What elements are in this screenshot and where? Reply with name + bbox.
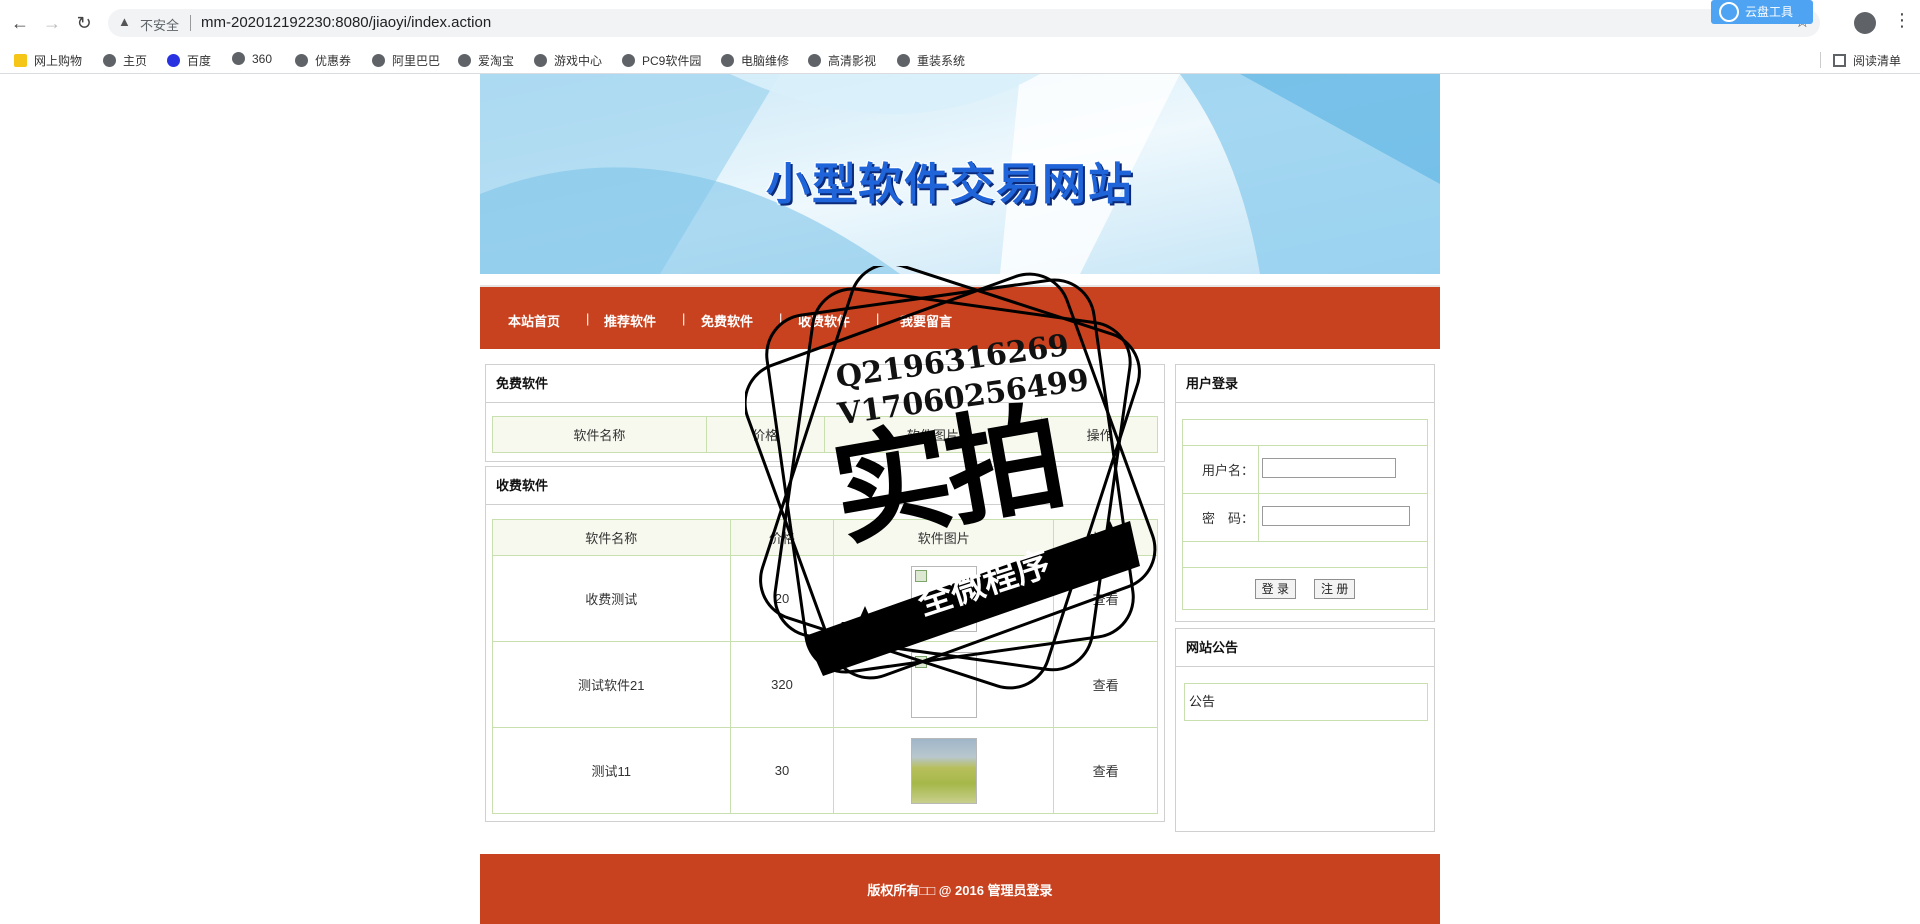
form-spacer-row (1182, 541, 1428, 568)
reading-list-button[interactable]: 阅读清单 (1833, 52, 1901, 69)
form-spacer (1182, 541, 1428, 568)
address-bar[interactable]: ▲ 不安全 mm-202012192230:8080/jiaoyi/index.… (108, 9, 1820, 37)
globe-icon (232, 52, 245, 65)
globe-icon (295, 54, 308, 67)
bookmarks-bar: 网上购物 主页 百度 360 优惠券 阿里巴巴 爱淘宝 游戏中心 PC9软件园 … (0, 46, 1920, 74)
bookmark-item[interactable]: 主页 (103, 52, 147, 69)
bookmark-item[interactable]: 360 (232, 52, 272, 66)
login-button[interactable]: 登 录 (1254, 578, 1296, 599)
browser-toolbar: ← → ↻ ▲ 不安全 mm-202012192230:8080/jiaoyi/… (0, 0, 1920, 46)
username-label: 用户名： (1182, 445, 1259, 494)
globe-icon (372, 54, 385, 67)
nav-home[interactable]: 本站首页 (508, 311, 560, 330)
notice-panel: 网站公告 公告 (1175, 628, 1435, 832)
banner-title: 小型软件交易网站 (766, 159, 1134, 210)
form-row: 密 码： (1182, 493, 1428, 542)
nav-recommended[interactable]: 推荐软件 (604, 311, 656, 330)
globe-icon (458, 54, 471, 67)
software-image-cell (833, 727, 1055, 814)
form-row: 用户名： (1182, 445, 1428, 494)
panel-title: 网站公告 (1176, 629, 1434, 667)
bookmark-item[interactable]: 重装系统 (897, 52, 965, 69)
reload-icon[interactable]: ↻ (73, 12, 95, 34)
back-arrow-icon[interactable]: ← (9, 12, 31, 34)
omnibox-separator (190, 15, 191, 31)
nav-separator: | (586, 311, 590, 326)
bookmark-item[interactable]: 网上购物 (14, 52, 82, 69)
software-price: 30 (729, 727, 835, 814)
forward-arrow-icon[interactable]: → (41, 12, 63, 34)
menu-dots-icon[interactable]: ⋮ (1893, 10, 1911, 31)
software-name: 测试11 (492, 727, 731, 814)
register-button[interactable]: 注 册 (1314, 578, 1356, 599)
username-input[interactable] (1262, 458, 1396, 478)
warning-icon: ▲ (118, 14, 131, 29)
bookmark-item[interactable]: 阿里巴巴 (372, 52, 440, 69)
software-name: 测试软件21 (492, 641, 731, 728)
software-name: 收费测试 (492, 555, 731, 642)
profile-avatar-icon[interactable] (1854, 12, 1876, 34)
insecure-label: 不安全 (140, 18, 180, 33)
password-input[interactable] (1262, 506, 1410, 526)
globe-icon (534, 54, 547, 67)
form-buttons: 登 录 注 册 (1182, 567, 1428, 610)
folder-icon (14, 54, 27, 67)
username-cell (1258, 445, 1428, 494)
column-header: 软件名称 (492, 519, 731, 556)
column-header: 软件名称 (492, 416, 707, 453)
nav-separator: | (682, 311, 686, 326)
view-link[interactable]: 查看 (1053, 727, 1158, 814)
site-footer: 版权所有□□ @ 2016 管理员登录 (480, 854, 1440, 924)
form-spacer (1182, 419, 1428, 446)
globe-icon (897, 54, 910, 67)
watermark-main: 实拍 (822, 387, 1072, 563)
footer-text[interactable]: 版权所有□□ @ 2016 管理员登录 (480, 880, 1440, 899)
bookmark-item[interactable]: 游戏中心 (534, 52, 602, 69)
bookmark-item[interactable]: 电脑维修 (721, 52, 789, 69)
globe-icon (721, 54, 734, 67)
notice-content: 公告 (1184, 683, 1428, 721)
globe-icon (103, 54, 116, 67)
reading-list-icon (1833, 54, 1846, 67)
form-spacer-row (1182, 419, 1428, 446)
software-thumbnail[interactable] (910, 737, 977, 804)
password-cell (1258, 493, 1428, 542)
table-row: 测试11 30 查看 (492, 727, 1158, 814)
cloud-icon (1719, 2, 1739, 22)
bookmark-item[interactable]: 优惠券 (295, 52, 351, 69)
bookmark-item[interactable]: 高清影视 (808, 52, 876, 69)
cloud-extension-button[interactable]: 云盘工具 (1711, 0, 1813, 24)
extension-label: 云盘工具 (1745, 5, 1794, 19)
bookmark-item[interactable]: 百度 (167, 52, 211, 69)
globe-icon (622, 54, 635, 67)
login-form: 用户名： 密 码： 登 录 注 册 (1182, 419, 1428, 610)
bookmark-item[interactable]: 爱淘宝 (458, 52, 514, 69)
login-panel: 用户登录 用户名： 密 码： 登 录 注 册 (1175, 364, 1435, 622)
password-label: 密 码： (1182, 493, 1259, 542)
watermark-stamp: Q2196316269 V17060256499 实拍 全微程序 (745, 266, 1175, 706)
form-row: 登 录 注 册 (1182, 567, 1428, 610)
url-text[interactable]: mm-202012192230:8080/jiaoyi/index.action (201, 14, 491, 31)
bookmarks-divider (1820, 52, 1821, 68)
site-banner: 小型软件交易网站 (480, 74, 1440, 274)
bookmark-item[interactable]: PC9软件园 (622, 52, 701, 69)
panel-title: 用户登录 (1176, 365, 1434, 403)
paw-icon (167, 54, 180, 67)
globe-icon (808, 54, 821, 67)
